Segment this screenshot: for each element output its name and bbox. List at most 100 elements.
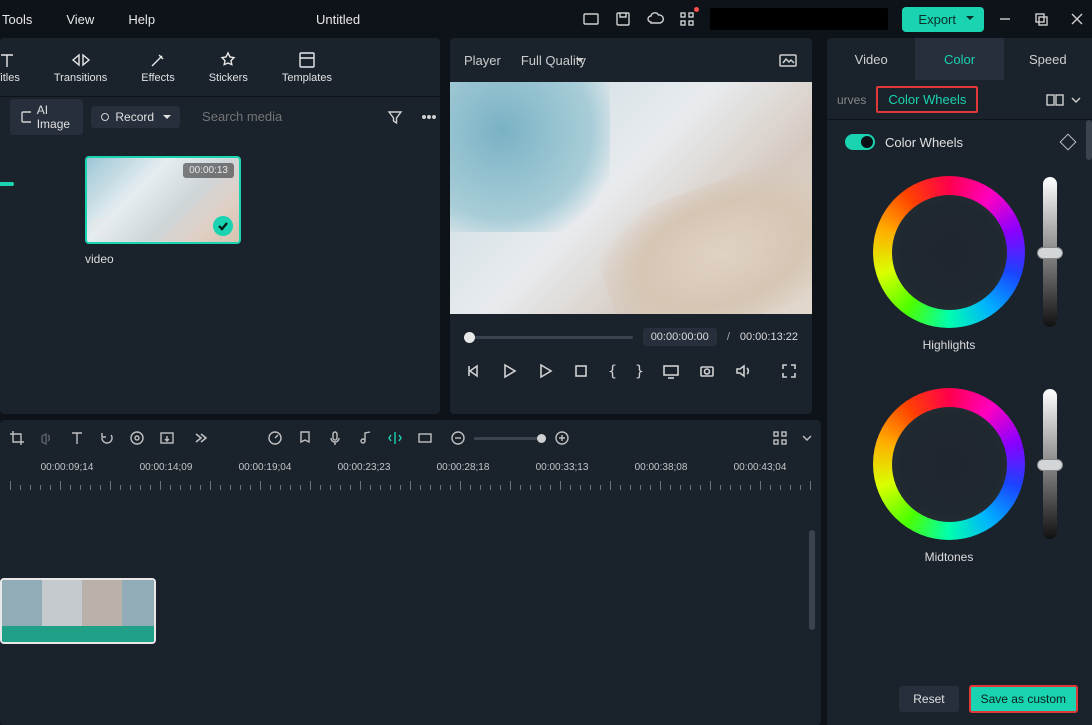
mark-out-icon[interactable]: } <box>635 362 644 380</box>
reset-button[interactable]: Reset <box>899 686 958 712</box>
midtones-wheel[interactable] <box>873 388 1025 540</box>
timeline-ruler[interactable]: 00:00:09;1400:00:14;0900:00:19;0400:00:2… <box>0 456 821 490</box>
zoom-slider[interactable] <box>474 437 546 440</box>
quality-value: Full Quality <box>521 53 586 68</box>
ribbon-transitions[interactable]: Transitions <box>54 50 107 84</box>
highlights-brightness-knob[interactable] <box>1037 247 1063 259</box>
current-time: 00:00:00:00 <box>643 328 717 346</box>
marker-icon[interactable] <box>296 429 314 447</box>
project-icon[interactable] <box>582 10 600 28</box>
compare-icon[interactable] <box>1046 93 1064 107</box>
preview-viewport[interactable] <box>450 82 812 314</box>
ribbon-titles[interactable]: Titles <box>0 50 20 84</box>
time-separator: / <box>727 331 730 343</box>
tab-video[interactable]: Video <box>827 38 915 80</box>
text-icon[interactable] <box>68 429 86 447</box>
snapshot-icon[interactable] <box>778 51 798 69</box>
ai-image-label: AI Image <box>37 103 74 131</box>
ruler-stamp: 00:00:14;09 <box>140 462 193 473</box>
audio-icon[interactable] <box>38 429 56 447</box>
media-clip[interactable]: 00:00:13 <box>85 156 241 244</box>
mask-icon[interactable] <box>128 429 146 447</box>
magnetic-icon[interactable] <box>386 429 404 447</box>
clip-label: video <box>85 252 114 266</box>
search-input[interactable] <box>202 109 378 124</box>
play-forward-icon[interactable] <box>536 362 554 380</box>
total-time: 00:00:13:22 <box>740 331 798 343</box>
export-frame-icon[interactable] <box>158 429 176 447</box>
export-button[interactable]: Export <box>902 7 984 32</box>
play-icon[interactable] <box>500 362 518 380</box>
player-panel: Player Full Quality 00:00:00:00 / 00:00:… <box>450 38 812 414</box>
tracks-chevron-icon[interactable] <box>801 432 813 444</box>
clip-used-icon <box>213 216 233 236</box>
playhead-knob[interactable] <box>464 332 475 343</box>
record-pill[interactable]: Record <box>91 106 180 128</box>
quality-dropdown[interactable]: Full Quality <box>521 53 586 68</box>
rotate-icon[interactable] <box>98 429 116 447</box>
ai-image-pill[interactable]: AI Image <box>10 99 83 135</box>
record-icon <box>101 113 109 121</box>
highlights-brightness-slider[interactable] <box>1043 177 1057 327</box>
menu-item-tools[interactable]: Tools <box>2 12 32 27</box>
prev-frame-icon[interactable] <box>464 362 482 380</box>
fullscreen-icon[interactable] <box>780 362 798 380</box>
tab-color[interactable]: Color <box>915 38 1003 80</box>
ruler-stamp: 00:00:38;08 <box>635 462 688 473</box>
midtones-brightness-knob[interactable] <box>1037 459 1063 471</box>
zoom-in-icon[interactable] <box>554 430 570 446</box>
filter-icon[interactable] <box>386 108 404 126</box>
library-accent <box>0 182 14 186</box>
ribbon-effects-label: Effects <box>141 72 174 84</box>
track-clip[interactable] <box>0 578 156 644</box>
ruler-stamp: 00:00:28;18 <box>437 462 490 473</box>
zoom-knob[interactable] <box>537 434 546 443</box>
midtones-brightness-slider[interactable] <box>1043 389 1057 539</box>
player-label: Player <box>464 53 501 68</box>
subtab-curves-cropped[interactable]: urves <box>837 93 866 107</box>
tracks-view-icon[interactable] <box>771 429 789 447</box>
cloud-icon[interactable] <box>646 10 664 28</box>
volume-icon[interactable] <box>734 362 752 380</box>
player-timeline[interactable] <box>464 336 633 339</box>
account-box[interactable] <box>710 8 888 30</box>
ruler-stamp: 00:00:33;13 <box>536 462 589 473</box>
mic-icon[interactable] <box>326 429 344 447</box>
close-icon[interactable] <box>1070 12 1084 26</box>
highlights-wheel[interactable] <box>873 176 1025 328</box>
display-icon[interactable] <box>662 362 680 380</box>
ruler-stamp: 00:00:43;04 <box>734 462 787 473</box>
ruler-stamp: 00:00:23;23 <box>338 462 391 473</box>
speed-icon[interactable] <box>266 429 284 447</box>
maximize-icon[interactable] <box>1034 12 1048 26</box>
color-wheels-toggle[interactable] <box>845 134 875 150</box>
save-icon[interactable] <box>614 10 632 28</box>
ratio-icon[interactable] <box>416 429 434 447</box>
menu-item-view[interactable]: View <box>66 12 94 27</box>
midtones-label: Midtones <box>873 550 1025 564</box>
tab-speed[interactable]: Speed <box>1004 38 1092 80</box>
apps-icon[interactable] <box>678 10 696 28</box>
menu-item-help[interactable]: Help <box>128 12 155 27</box>
camera-icon[interactable] <box>698 362 716 380</box>
more-icon[interactable] <box>420 108 438 126</box>
more-tools-icon[interactable] <box>188 430 212 446</box>
ribbon-transitions-label: Transitions <box>54 72 107 84</box>
zoom-out-icon[interactable] <box>450 430 466 446</box>
crop-icon[interactable] <box>8 429 26 447</box>
save-as-custom-button[interactable]: Save as custom <box>969 685 1078 713</box>
track-clip-thumbs <box>2 580 154 626</box>
subtab-color-wheels[interactable]: Color Wheels <box>876 86 978 113</box>
minimize-icon[interactable] <box>998 12 1012 26</box>
clip-info-icon <box>93 218 111 236</box>
music-icon[interactable] <box>356 429 374 447</box>
chevron-down-icon[interactable] <box>1070 94 1082 106</box>
timeline-scrollbar[interactable] <box>809 530 815 630</box>
ribbon-templates[interactable]: Templates <box>282 50 332 84</box>
keyframe-icon[interactable] <box>1060 134 1077 151</box>
inspector-scrollbar[interactable] <box>1086 120 1092 160</box>
mark-in-icon[interactable]: { <box>608 362 617 380</box>
stop-icon[interactable] <box>572 362 590 380</box>
ribbon-effects[interactable]: Effects <box>141 50 174 84</box>
ribbon-stickers[interactable]: Stickers <box>209 50 248 84</box>
